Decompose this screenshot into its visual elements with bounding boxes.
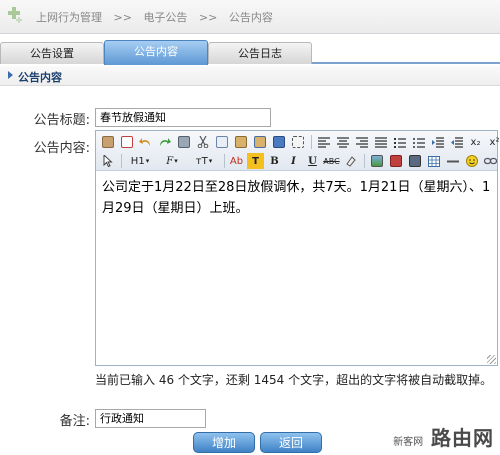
heading-dropdown-label: H1 [130, 155, 145, 167]
bg-color-button[interactable]: T [247, 153, 264, 169]
breadcrumb-bar: 上网行为管理 >> 电子公告 >> 公告内容 [0, 0, 500, 34]
resize-handle[interactable] [487, 355, 496, 364]
undo-icon[interactable] [137, 134, 154, 150]
editor-toolbar: x₂ x² H1 ▾ F ▾ тT ▾ Ab T B I U ABC [96, 131, 500, 171]
chevron-down-icon: ▾ [145, 157, 150, 165]
breadcrumb: 上网行为管理 >> 电子公告 >> 公告内容 [36, 9, 273, 25]
font-color-button[interactable]: Ab [228, 153, 245, 169]
section-arrow-icon [8, 71, 13, 79]
section-title: 公告内容 [18, 71, 62, 84]
bold-button[interactable]: B [266, 153, 283, 169]
align-center-icon[interactable] [334, 134, 351, 150]
horizontal-rule-icon[interactable] [444, 153, 461, 169]
table-icon[interactable] [425, 153, 442, 169]
image-icon[interactable] [368, 153, 385, 169]
breadcrumb-separator: >> [198, 11, 218, 24]
numbered-list-icon[interactable] [391, 134, 408, 150]
note-label: 备注: [59, 414, 90, 429]
tab-announcement-log[interactable]: 公告日志 [208, 42, 312, 64]
plus-decor-icon [8, 7, 22, 23]
paste-word-icon[interactable] [270, 134, 287, 150]
watermark-small-text: 新客网 [393, 437, 424, 448]
breadcrumb-item-behavior-mgmt[interactable]: 上网行为管理 [36, 9, 102, 25]
font-family-dropdown[interactable]: F ▾ [157, 153, 187, 169]
tab-strip: 公告设置 公告内容 公告日志 [0, 40, 500, 65]
paste-icon[interactable] [232, 134, 249, 150]
content-label: 公告内容: [33, 141, 90, 156]
toolbar-separator [364, 154, 365, 168]
paste-text-icon[interactable] [251, 134, 268, 150]
link-icon[interactable] [482, 153, 499, 169]
bullet-list-icon[interactable] [410, 134, 427, 150]
font-family-dropdown-label: F [166, 155, 174, 167]
title-label: 公告标题: [33, 113, 90, 128]
note-input[interactable]: 行政通知 [95, 409, 206, 428]
toolbar-separator [224, 154, 225, 168]
align-justify-icon[interactable] [372, 134, 389, 150]
add-button[interactable]: 增加 [193, 432, 255, 453]
breadcrumb-item-current: 公告内容 [228, 11, 273, 24]
underline-button[interactable]: U [304, 153, 321, 169]
remove-format-icon[interactable] [342, 153, 359, 169]
title-input[interactable]: 春节放假通知 [95, 108, 271, 127]
print-icon[interactable] [175, 134, 192, 150]
italic-button[interactable]: I [285, 153, 302, 169]
outdent-icon[interactable] [448, 134, 465, 150]
copy-icon[interactable] [213, 134, 230, 150]
character-counter: 当前已输入 46 个文字，还剩 1454 个文字，超出的文字将被自动截取掉。 [95, 373, 493, 387]
cursor-icon[interactable] [99, 153, 116, 169]
align-left-icon[interactable] [315, 134, 332, 150]
superscript-button[interactable]: x² [486, 134, 500, 150]
strikethrough-button[interactable]: ABC [323, 153, 340, 169]
media-icon[interactable] [406, 153, 423, 169]
source-icon[interactable] [99, 134, 116, 150]
rich-text-editor: x₂ x² H1 ▾ F ▾ тT ▾ Ab T B I U ABC 公司定于1… [95, 130, 500, 366]
cut-icon[interactable] [194, 134, 211, 150]
subscript-button[interactable]: x₂ [467, 134, 484, 150]
align-right-icon[interactable] [353, 134, 370, 150]
section-heading: 公告内容 [0, 66, 500, 86]
tab-announcement-settings[interactable]: 公告设置 [0, 42, 104, 64]
breadcrumb-separator: >> [113, 11, 132, 24]
editor-content-area[interactable]: 公司定于1月22日至28日放假调休，共7天。1月21日（星期六）、1月29日（星… [102, 177, 492, 219]
emoticon-icon[interactable] [463, 153, 480, 169]
font-size-dropdown[interactable]: тT ▾ [189, 153, 219, 169]
watermark-logo-text: 路由网 [431, 426, 494, 450]
redo-icon[interactable] [156, 134, 173, 150]
flash-icon[interactable] [387, 153, 404, 169]
chevron-down-icon: ▾ [208, 157, 213, 165]
chevron-down-icon: ▾ [174, 157, 178, 165]
toolbar-separator [121, 154, 122, 168]
breadcrumb-item-announcement[interactable]: 电子公告 [143, 9, 187, 25]
tab-announcement-content[interactable]: 公告内容 [104, 40, 208, 65]
preview-icon[interactable] [118, 134, 135, 150]
back-button[interactable]: 返回 [260, 432, 322, 453]
select-all-icon[interactable] [289, 134, 306, 150]
indent-icon[interactable] [429, 134, 446, 150]
watermark: 新客网 路由网 [393, 422, 494, 451]
heading-dropdown[interactable]: H1 ▾ [125, 153, 155, 169]
toolbar-separator [311, 135, 312, 149]
font-size-dropdown-label: тT [195, 155, 208, 167]
